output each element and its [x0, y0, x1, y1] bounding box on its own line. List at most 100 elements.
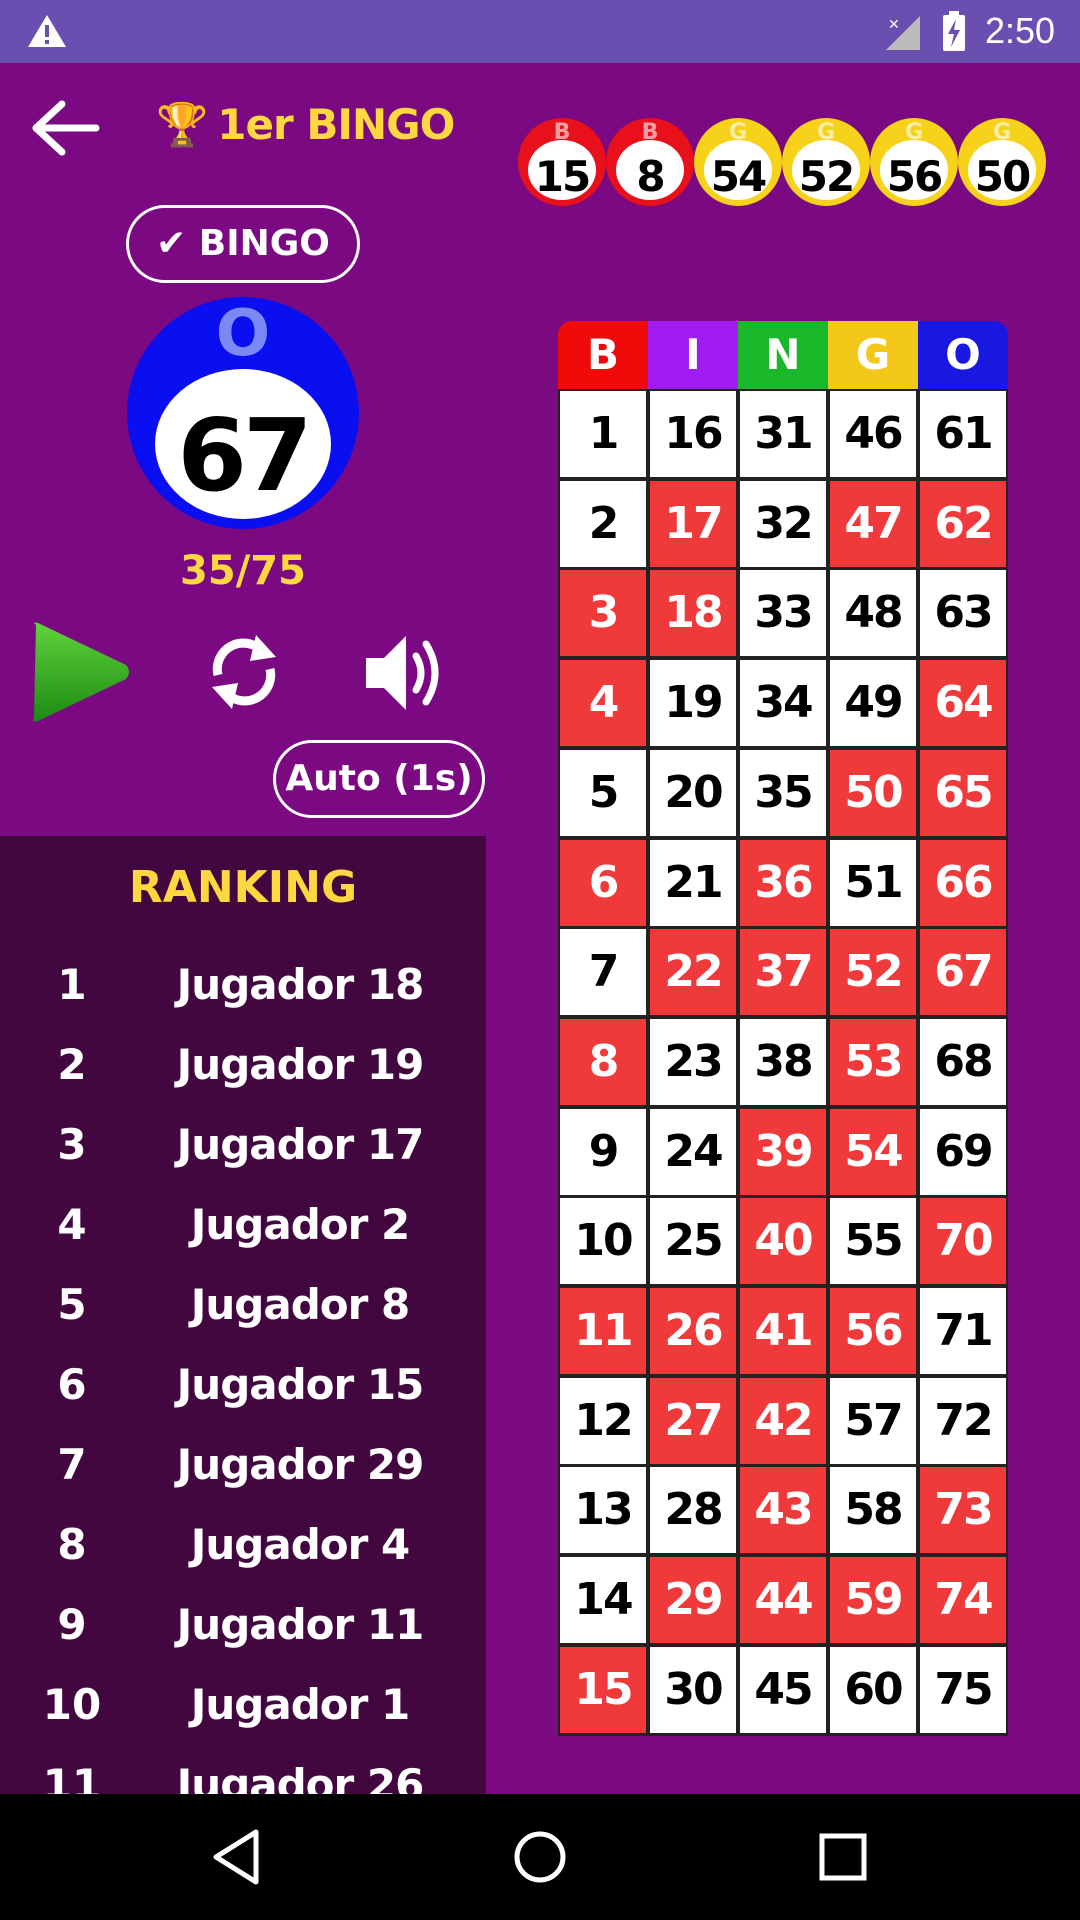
board-cell: 18 — [650, 570, 736, 657]
svg-text:✕: ✕ — [888, 17, 900, 33]
board-cell: 32 — [740, 480, 826, 567]
recent-ball-number: 50 — [974, 152, 1031, 201]
board-cell: 61 — [920, 391, 1006, 477]
ranking-row: 5 Jugador 8 — [0, 1280, 486, 1360]
draw-progress: 35/75 — [180, 548, 306, 594]
status-bar: ✕ 2:50 — [0, 0, 1080, 63]
recent-ball-number: 54 — [710, 152, 767, 201]
bingo-button[interactable]: ✔ BINGO — [126, 205, 360, 283]
auto-speed-button[interactable]: Auto (1s) — [273, 740, 485, 818]
recent-ball-number: 8 — [636, 152, 665, 201]
board-cell: 33 — [740, 570, 826, 657]
recent-ball: G 52 — [782, 118, 870, 206]
navigation-bar — [0, 1794, 1080, 1920]
board-cell: 3 — [560, 570, 646, 657]
board-cell: 2 — [560, 480, 646, 567]
board-cell: 53 — [830, 1018, 916, 1105]
recent-ball-number: 52 — [798, 152, 855, 201]
recent-balls: B 15 B 8 G 54 G 52 G 56 G 50 — [518, 118, 1048, 210]
board-cell: 34 — [740, 660, 826, 747]
board-cell: 1 — [560, 391, 646, 477]
board-cell: 22 — [650, 929, 736, 1016]
board-cell: 17 — [650, 480, 736, 567]
board-cell: 60 — [830, 1646, 916, 1733]
recent-ball: B 15 — [518, 118, 606, 206]
ranking-position: 4 — [57, 1200, 87, 1249]
board-cell: 15 — [560, 1646, 646, 1733]
signal-icon: ✕ — [886, 16, 920, 50]
player-name: Jugador 26 — [176, 1760, 425, 1794]
board-cell: 74 — [920, 1557, 1006, 1644]
ranking-position: 3 — [57, 1120, 87, 1169]
nav-recents-icon[interactable] — [808, 1824, 878, 1890]
board-cell: 47 — [830, 480, 916, 567]
nav-home-icon[interactable] — [505, 1824, 575, 1890]
board-cell: 5 — [560, 749, 646, 836]
ranking-panel[interactable]: RANKING 1 Jugador 18 2 Jugador 19 3 Jugador 1… — [0, 836, 486, 1794]
board-cell: 26 — [650, 1288, 736, 1374]
board-cell: 14 — [560, 1557, 646, 1644]
ranking-title: RANKING — [128, 862, 358, 913]
player-name: Jugador 4 — [190, 1520, 410, 1569]
ranking-row: 2 Jugador 19 — [0, 1040, 486, 1120]
board-grid: 1 2 3 4 5 6 7 8 9 10 11 12 13 14 15 16 17 18 19 20 21 22 23 24 2… — [558, 389, 1008, 1736]
back-arrow-icon[interactable] — [28, 98, 100, 158]
board-cell: 21 — [650, 839, 736, 926]
board-cell: 36 — [740, 839, 826, 926]
board-cell: 43 — [740, 1467, 826, 1554]
board-cell: 11 — [560, 1288, 646, 1374]
board-cell: 70 — [920, 1198, 1006, 1285]
board-cell: 24 — [650, 1108, 736, 1195]
board-cell: 37 — [740, 929, 826, 1016]
player-name: Jugador 29 — [176, 1440, 425, 1489]
volume-icon[interactable] — [364, 632, 448, 714]
board-cell: 29 — [650, 1557, 736, 1644]
board-cell: 30 — [650, 1646, 736, 1733]
board-cell: 12 — [560, 1377, 646, 1464]
nav-back-icon[interactable] — [202, 1824, 272, 1890]
board-cell: 54 — [830, 1108, 916, 1195]
ranking-position: 7 — [57, 1440, 87, 1489]
player-name: Jugador 18 — [176, 960, 425, 1009]
refresh-icon[interactable] — [204, 627, 284, 717]
ranking-row: 7 Jugador 29 — [0, 1440, 486, 1520]
ranking-position: 1 — [57, 960, 87, 1009]
ranking-row: 4 Jugador 2 — [0, 1200, 486, 1280]
ranking-position: 11 — [42, 1760, 102, 1794]
board-cell: 63 — [920, 570, 1006, 657]
recent-ball: G 54 — [694, 118, 782, 206]
current-ball-number: 67 — [177, 397, 312, 514]
recent-ball: B8 — [606, 118, 694, 206]
ranking-position: 5 — [57, 1280, 87, 1329]
board-cell: 62 — [920, 480, 1006, 567]
recent-ball-number: 56 — [886, 152, 943, 201]
board-header-n: N — [738, 321, 828, 389]
ranking-row: 1 Jugador 18 — [0, 960, 486, 1040]
bingo-board: BINGO 1 2 3 4 5 6 7 8 9 10 11 12 13 14 15 16 17 18 19 20 21 2… — [558, 321, 1008, 1736]
ranking-position: 8 — [57, 1520, 87, 1569]
board-cell: 73 — [920, 1467, 1006, 1554]
board-cell: 28 — [650, 1467, 736, 1554]
board-cell: 6 — [560, 839, 646, 926]
board-cell: 45 — [740, 1646, 826, 1733]
ranking-row: 6 Jugador 15 — [0, 1360, 486, 1440]
battery-icon — [943, 11, 965, 51]
board-cell: 23 — [650, 1018, 736, 1105]
ranking-row: 11 Jugador 26 — [0, 1760, 486, 1794]
current-ball-letter: O — [215, 297, 271, 371]
current-ball: O 67 — [127, 297, 359, 529]
board-header-g: G — [828, 321, 918, 389]
board-cell: 16 — [650, 391, 736, 477]
recent-ball: G 50 — [958, 118, 1046, 206]
board-cell: 51 — [830, 839, 916, 926]
board-cell: 7 — [560, 929, 646, 1016]
ranking-row: 8 Jugador 4 — [0, 1520, 486, 1600]
board-cell: 64 — [920, 660, 1006, 747]
board-cell: 57 — [830, 1377, 916, 1464]
board-cell: 19 — [650, 660, 736, 747]
player-name: Jugador 2 — [190, 1200, 410, 1249]
board-cell: 72 — [920, 1377, 1006, 1464]
board-cell: 13 — [560, 1467, 646, 1554]
board-header-b: B — [558, 321, 648, 389]
play-icon[interactable] — [28, 617, 132, 727]
